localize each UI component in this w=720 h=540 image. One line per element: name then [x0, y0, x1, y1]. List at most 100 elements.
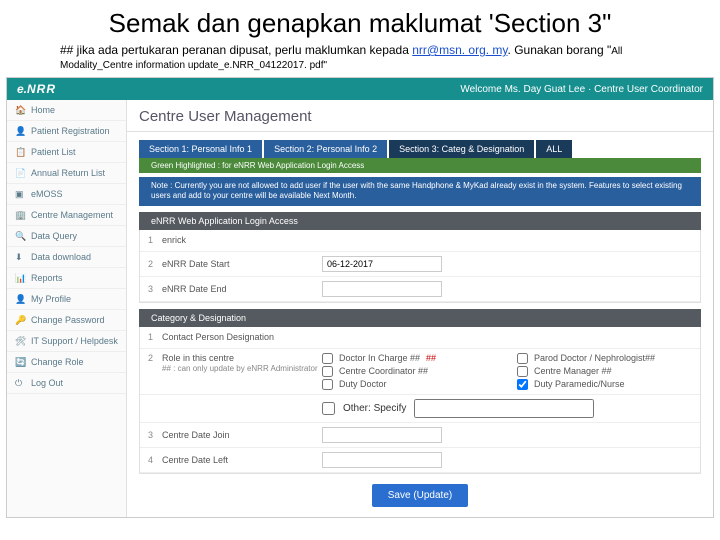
sidebar-item-label: Reports	[31, 273, 63, 283]
field-label: eNRR Date Start	[162, 259, 322, 269]
save-button[interactable]: Save (Update)	[372, 484, 468, 507]
download-icon: ⬇	[15, 252, 25, 262]
row-date-start: 2 eNRR Date Start	[140, 252, 700, 277]
other-checkbox[interactable]	[322, 402, 335, 415]
sidebar-item-label: Patient Registration	[31, 126, 110, 136]
sidebar-item-label: IT Support / Helpdesk	[31, 336, 118, 346]
sidebar-item-label: Data download	[31, 252, 91, 262]
welcome-text: Welcome Ms. Day Guat Lee · Centre User C…	[460, 84, 703, 95]
sidebar-item-log-out[interactable]: ⏻Log Out	[7, 373, 126, 394]
role-hint: ## : can only update by eNRR Administrat…	[162, 364, 318, 373]
row-number: 1	[148, 235, 162, 245]
person-plus-icon: 👤	[15, 126, 25, 136]
sidebar-item-home[interactable]: 🏠Home	[7, 100, 126, 121]
role-duty-doctor[interactable]: Duty Doctor	[322, 379, 497, 390]
topbar: e.NRR Welcome Ms. Day Guat Lee · Centre …	[7, 78, 713, 100]
checkbox[interactable]	[517, 366, 528, 377]
field-label: Contact Person Designation	[162, 332, 322, 342]
role-checkbox-grid: Doctor In Charge #### Parod Doctor / Nep…	[322, 353, 692, 390]
date-end-input[interactable]	[322, 281, 442, 297]
role-text: Centre Manager ##	[534, 366, 612, 376]
tab-all[interactable]: ALL	[536, 140, 572, 158]
sidebar-item-label: Change Role	[31, 357, 84, 367]
row-number: 4	[148, 455, 162, 465]
sidebar-item-my-profile[interactable]: 👤My Profile	[7, 289, 126, 310]
tab-section-1[interactable]: Section 1: Personal Info 1	[139, 140, 262, 158]
row-date-end: 3 eNRR Date End	[140, 277, 700, 302]
sidebar: 🏠Home 👤 Patient Registration 📋Patient Lis…	[7, 100, 127, 517]
category-form: 1 Contact Person Designation 2 Role in t…	[139, 327, 701, 474]
centre-date-left-input[interactable]	[322, 452, 442, 468]
other-label: Other: Specify	[343, 403, 406, 414]
section-header-category: Category & Designation	[139, 309, 701, 327]
key-icon: 🔑	[15, 315, 25, 325]
app-logo: e.NRR	[17, 82, 56, 96]
row-contact-person: 1 Contact Person Designation	[140, 327, 700, 349]
page-title: Centre User Management	[127, 106, 713, 132]
slide-note: ## jika ada pertukaran peranan dipusat, …	[0, 43, 720, 77]
tab-section-2[interactable]: Section 2: Personal Info 2	[264, 140, 387, 158]
calendar-icon: 📄	[15, 168, 25, 178]
row-number: 3	[148, 284, 162, 294]
app-window: e.NRR Welcome Ms. Day Guat Lee · Centre …	[6, 77, 714, 518]
checkbox[interactable]	[322, 379, 333, 390]
sidebar-item-it-support[interactable]: 🛠IT Support / Helpdesk	[7, 331, 126, 352]
sidebar-item-label: Annual Return List	[31, 168, 105, 178]
sidebar-item-label: Data Query	[31, 231, 77, 241]
role-text: Duty Doctor	[339, 379, 387, 389]
row-role: 2 Role in this centre ## : can only upda…	[140, 349, 700, 395]
role-text: Duty Paramedic/Nurse	[534, 379, 625, 389]
sidebar-item-change-role[interactable]: 🔄 Change Role	[7, 352, 126, 373]
swap-icon: 🔄	[15, 357, 25, 367]
date-start-input[interactable]	[322, 256, 442, 272]
row-number: 3	[148, 430, 162, 440]
module-icon: ▣	[15, 189, 25, 199]
logo-nrr: NRR	[27, 82, 56, 96]
section-header-login: eNRR Web Application Login Access	[139, 212, 701, 230]
button-row: Save (Update)	[127, 474, 713, 517]
role-duty-paramedic[interactable]: Duty Paramedic/Nurse	[517, 379, 692, 390]
field-label: eNRR Date End	[162, 284, 322, 294]
field-label: Centre Date Join	[162, 430, 322, 440]
sidebar-item-label: Log Out	[31, 378, 63, 388]
sidebar-item-data-download[interactable]: ⬇ Data download	[7, 247, 126, 268]
checkbox[interactable]	[322, 366, 333, 377]
tab-section-3[interactable]: Section 3: Categ & Designation	[389, 140, 534, 158]
sidebar-item-patient-list[interactable]: 📋Patient List	[7, 142, 126, 163]
building-icon: 🏢	[15, 210, 25, 220]
system-note: Note : Currently you are not allowed to …	[139, 177, 701, 206]
checkbox[interactable]	[517, 353, 528, 364]
centre-date-join-input[interactable]	[322, 427, 442, 443]
checkbox[interactable]	[322, 353, 333, 364]
green-highlight-hint: Green Highlighted : for eNRR Web Applica…	[139, 158, 701, 173]
note-email-link[interactable]: nrr@msn. org. my	[412, 43, 507, 57]
sidebar-item-reports[interactable]: 📊Reports	[7, 268, 126, 289]
list-icon: 📋	[15, 147, 25, 157]
checkbox[interactable]	[517, 379, 528, 390]
other-specify-input[interactable]	[414, 399, 594, 418]
sidebar-item-label: Centre Management	[31, 210, 113, 220]
role-doctor-in-charge[interactable]: Doctor In Charge ####	[322, 353, 497, 364]
row-number: 2	[148, 353, 162, 363]
role-text: Parod Doctor / Nephrologist##	[534, 353, 655, 363]
role-centre-coordinator[interactable]: Centre Coordinator ##	[322, 366, 497, 377]
sidebar-item-change-password[interactable]: 🔑Change Password	[7, 310, 126, 331]
sidebar-item-patient-registration[interactable]: 👤 Patient Registration	[7, 121, 126, 142]
row-centre-date-join: 3 Centre Date Join	[140, 423, 700, 448]
row-centre-date-left: 4 Centre Date Left	[140, 448, 700, 473]
role-text: Doctor In Charge ##	[339, 353, 420, 363]
field-label: enrick	[162, 235, 322, 245]
sidebar-item-data-query[interactable]: 🔍Data Query	[7, 226, 126, 247]
sidebar-item-annual-return[interactable]: 📄 Annual Return List	[7, 163, 126, 184]
sidebar-item-centre-management[interactable]: 🏢 Centre Management	[7, 205, 126, 226]
logo-e: e.	[17, 82, 27, 96]
note-suffix: . Gunakan borang "	[508, 43, 612, 57]
slide-title: Semak dan genapkan maklumat 'Section 3"	[0, 0, 720, 43]
role-label-text: Role in this centre	[162, 353, 234, 363]
role-parod-doctor[interactable]: Parod Doctor / Nephrologist##	[517, 353, 692, 364]
sidebar-item-emoss[interactable]: ▣eMOSS	[7, 184, 126, 205]
role-centre-manager[interactable]: Centre Manager ##	[517, 366, 692, 377]
role-text: Centre Coordinator ##	[339, 366, 428, 376]
tabs: Section 1: Personal Info 1 Section 2: Pe…	[139, 140, 701, 158]
note-prefix: ## jika ada pertukaran peranan dipusat, …	[60, 43, 412, 57]
